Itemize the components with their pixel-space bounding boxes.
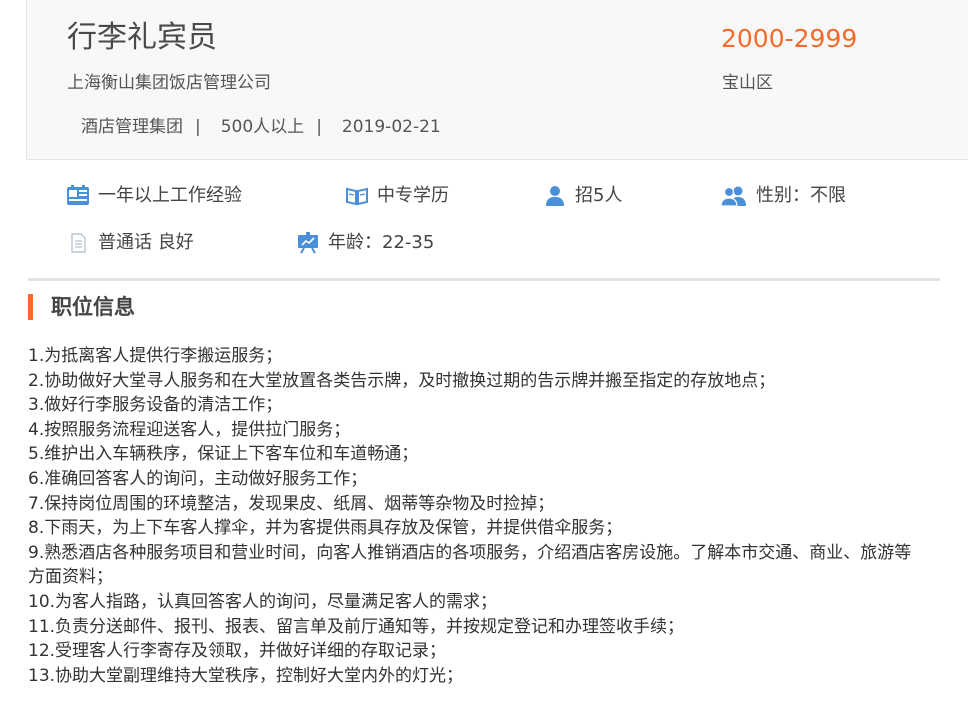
requirement-headcount-label: 招5人 — [575, 185, 623, 206]
post-date: 2019-02-21 — [341, 117, 441, 137]
requirement-gender: 性别：不限 — [720, 183, 846, 209]
work-district: 宝山区 — [722, 73, 773, 93]
requirement-education: 中专学历 — [345, 183, 449, 209]
job-title: 行李礼宾员 — [67, 20, 217, 55]
salary-range: 2000-2999 — [721, 24, 858, 53]
description-item: 9.熟悉酒店各种服务项目和营业时间，向客人推销酒店的各项服务，介绍酒店客房设施。… — [28, 542, 912, 588]
experience-card-icon — [66, 185, 90, 207]
description-item: 8.下雨天，为上下车客人撑伞，并为客提供雨具存放及保管，并提供借伞服务； — [28, 518, 623, 539]
requirement-age-label: 年龄：22-35 — [328, 232, 435, 253]
section-divider — [28, 278, 940, 281]
presentation-board-icon — [296, 232, 320, 254]
requirement-language: 普通话 良好 — [66, 230, 194, 256]
description-item: 13.协助大堂副理维持大堂秩序，控制好大堂内外的灯光； — [28, 665, 464, 686]
description-item: 4.按照服务流程迎送客人，提供拉门服务； — [28, 419, 351, 440]
meta-separator: | — [195, 117, 201, 137]
book-icon — [345, 185, 369, 207]
document-icon — [66, 232, 90, 254]
description-item: 1.为抵离客人提供行李搬运服务； — [28, 346, 283, 366]
section-title: 职位信息 — [51, 295, 135, 319]
section-accent-bar — [28, 294, 33, 320]
two-persons-icon — [720, 185, 748, 207]
description-item: 11.负责分送邮件、报刊、报表、留言单及前厅通知等，并按规定登记和办理签收手续； — [28, 616, 685, 637]
job-description-list: 1.为抵离客人提供行李搬运服务； 2.协助做好大堂寻人服务和在大堂放置各类告示牌，… — [28, 344, 928, 688]
requirement-headcount: 招5人 — [543, 183, 622, 209]
job-header-card: 行李礼宾员 上海衡山集团饭店管理公司 酒店管理集团 | 500人以上 | 2019-02… — [26, 0, 968, 160]
description-item: 5.维护出入车辆秩序，保证上下客车位和车道畅通； — [28, 444, 419, 465]
requirement-gender-label: 性别：不限 — [756, 185, 846, 206]
requirement-education-label: 中专学历 — [377, 185, 449, 206]
description-item: 2.协助做好大堂寻人服务和在大堂放置各类告示牌，及时撤换过期的告示牌并搬至指定的… — [28, 370, 776, 391]
person-icon — [543, 185, 567, 207]
section-header: 职位信息 — [28, 294, 135, 320]
description-item: 3.做好行李服务设备的清洁工作； — [28, 395, 283, 416]
description-item: 6.准确回答客人的询问，主动做好服务工作； — [28, 468, 368, 489]
company-name-link[interactable]: 上海衡山集团饭店管理公司 — [67, 70, 271, 96]
requirement-experience-label: 一年以上工作经验 — [98, 185, 242, 206]
requirement-age: 年龄：22-35 — [296, 230, 434, 256]
description-item: 10.为客人指路，认真回答客人的询问，尽量满足客人的需求； — [28, 591, 498, 612]
description-item: 7.保持岗位周围的环境整洁，发现果皮、纸屑、烟蒂等杂物及时捡掉； — [28, 493, 555, 514]
requirement-language-label: 普通话 良好 — [98, 232, 194, 253]
company-size: 500人以上 — [220, 117, 305, 137]
requirement-experience: 一年以上工作经验 — [66, 183, 242, 209]
description-item: 12.受理客人行李寄存及领取，并做好详细的存取记录； — [28, 641, 447, 662]
company-meta: 酒店管理集团 | 500人以上 | 2019-02-21 — [81, 114, 441, 140]
meta-separator: | — [316, 117, 322, 137]
company-industry: 酒店管理集团 — [81, 117, 183, 137]
